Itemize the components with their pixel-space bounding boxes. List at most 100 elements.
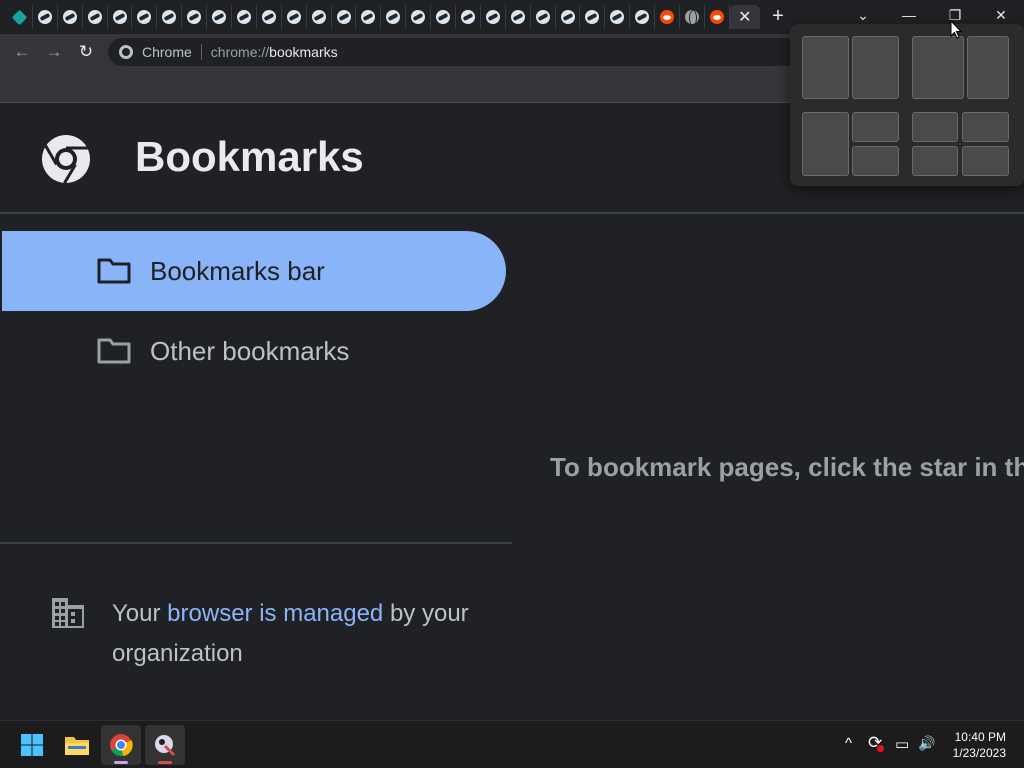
close-window-button[interactable]: ✕ xyxy=(986,4,1016,26)
steam-icon xyxy=(361,10,376,24)
snap-layout-bottom-right[interactable] xyxy=(852,146,899,176)
active-app-indicator xyxy=(114,761,128,764)
snap-layout-wide-left[interactable] xyxy=(912,36,964,99)
minimize-button[interactable]: — xyxy=(894,4,924,26)
browser-tab[interactable] xyxy=(705,5,730,29)
steam-icon xyxy=(162,10,177,24)
folder-item-bookmarks-bar[interactable]: Bookmarks bar xyxy=(2,231,506,311)
reload-button[interactable]: ↻ xyxy=(74,40,98,64)
browser-tab[interactable] xyxy=(33,5,58,29)
steam-icon xyxy=(37,10,52,24)
snap-layout-half-right[interactable] xyxy=(852,36,899,99)
browser-managed-link[interactable]: browser is managed xyxy=(167,600,383,627)
browser-tab[interactable] xyxy=(605,5,631,29)
steam-icon xyxy=(386,10,401,24)
chrome-taskbar-button[interactable] xyxy=(101,725,141,765)
browser-tab[interactable] xyxy=(381,5,407,29)
steam-icon xyxy=(535,10,550,24)
browser-tab[interactable] xyxy=(157,5,183,29)
snap-layout-quad-top-left[interactable] xyxy=(912,112,958,142)
steam-icon xyxy=(311,10,326,24)
snap-layout-top-right[interactable] xyxy=(852,112,899,142)
windows-start-icon xyxy=(21,734,43,756)
chrome-icon xyxy=(110,734,133,757)
show-hidden-icons-chevron[interactable]: ^ xyxy=(845,735,852,752)
browser-tab[interactable] xyxy=(406,5,432,29)
folder-icon xyxy=(97,338,131,364)
steam-icon xyxy=(436,10,451,24)
browser-tab[interactable] xyxy=(556,5,581,29)
steam-icon xyxy=(336,10,351,24)
browser-tab[interactable] xyxy=(83,5,108,29)
url-host: bookmarks xyxy=(269,44,338,60)
volume-icon[interactable]: 🔊 xyxy=(918,735,935,752)
new-tab-button[interactable]: + xyxy=(768,6,788,26)
browser-tab[interactable] xyxy=(8,5,33,29)
browser-tab[interactable] xyxy=(307,5,332,29)
active-tab[interactable]: ✕ xyxy=(729,5,760,29)
folder-label: Bookmarks bar xyxy=(150,255,325,286)
managed-prefix: Your xyxy=(112,600,168,627)
browser-tab[interactable] xyxy=(108,5,133,29)
browser-tab[interactable] xyxy=(680,5,705,29)
site-chip-label: Chrome xyxy=(142,44,192,60)
browser-tab[interactable] xyxy=(431,5,457,29)
app-taskbar-button[interactable] xyxy=(145,725,185,765)
browser-tab[interactable] xyxy=(282,5,307,29)
browser-tab[interactable] xyxy=(630,5,656,29)
system-clock[interactable]: 10:40 PM 1/23/2023 xyxy=(953,729,1006,761)
managed-notice: Your browser is managed by your organiza… xyxy=(112,594,472,674)
browser-tab[interactable] xyxy=(506,5,531,29)
tab-search-dropdown-icon[interactable]: ⌄ xyxy=(848,4,878,26)
mouse-cursor-icon xyxy=(950,20,962,39)
forward-button[interactable]: → xyxy=(42,40,66,64)
browser-tab[interactable] xyxy=(531,5,556,29)
steam-icon xyxy=(236,10,251,24)
steam-icon xyxy=(610,10,625,24)
building-icon xyxy=(52,598,84,628)
windows-start-button[interactable] xyxy=(12,725,52,765)
globe-icon xyxy=(684,10,699,24)
tealgem-icon xyxy=(12,9,28,25)
snap-layouts-flyout xyxy=(790,24,1024,186)
clock-time: 10:40 PM xyxy=(954,730,1006,744)
steam-icon xyxy=(261,10,276,24)
browser-tab[interactable] xyxy=(207,5,233,29)
steam-icon xyxy=(411,10,426,24)
steam-icon xyxy=(485,10,500,24)
browser-tab[interactable] xyxy=(182,5,208,29)
snap-layout-half-left[interactable] xyxy=(802,36,849,99)
folder-label: Other bookmarks xyxy=(150,335,350,366)
browser-tab[interactable] xyxy=(58,5,83,29)
empty-list-message: To bookmark pages, click the star in th xyxy=(550,452,1024,482)
browser-tab[interactable] xyxy=(580,5,606,29)
browser-tab[interactable] xyxy=(655,5,681,29)
snap-layout-quad-top-right[interactable] xyxy=(962,112,1009,142)
snap-layout-quad-bottom-right[interactable] xyxy=(962,146,1009,176)
network-icon[interactable]: ▭ xyxy=(895,735,909,753)
browser-tab[interactable] xyxy=(481,5,506,29)
browser-tab[interactable] xyxy=(456,5,481,29)
browser-tab[interactable] xyxy=(332,5,357,29)
back-button[interactable]: ← xyxy=(10,40,34,64)
steam-icon xyxy=(62,10,77,24)
steam-icon xyxy=(286,10,301,24)
close-tab-icon[interactable]: ✕ xyxy=(738,7,751,27)
steam-icon xyxy=(635,10,650,24)
browser-tab[interactable] xyxy=(257,5,282,29)
windows-taskbar: ^ ⟳ ▭ 🔊 10:40 PM 1/23/2023 xyxy=(0,720,1024,768)
file-explorer-button[interactable] xyxy=(57,725,97,765)
reddit-icon xyxy=(660,10,675,24)
chrome-logo-icon xyxy=(42,135,90,184)
snap-layout-narrow-right[interactable] xyxy=(967,36,1009,99)
snap-layout-left-column[interactable] xyxy=(802,112,849,176)
address-bar[interactable]: Chrome chrome:// bookmarks xyxy=(108,38,808,66)
sync-error-badge xyxy=(877,745,884,752)
page-title: Bookmarks xyxy=(135,133,364,180)
app-icon xyxy=(155,735,176,757)
browser-tab[interactable] xyxy=(132,5,158,29)
folder-item-other-bookmarks[interactable]: Other bookmarks xyxy=(2,311,506,391)
browser-tab[interactable] xyxy=(356,5,382,29)
snap-layout-quad-bottom-left[interactable] xyxy=(912,146,958,176)
browser-tab[interactable] xyxy=(232,5,257,29)
